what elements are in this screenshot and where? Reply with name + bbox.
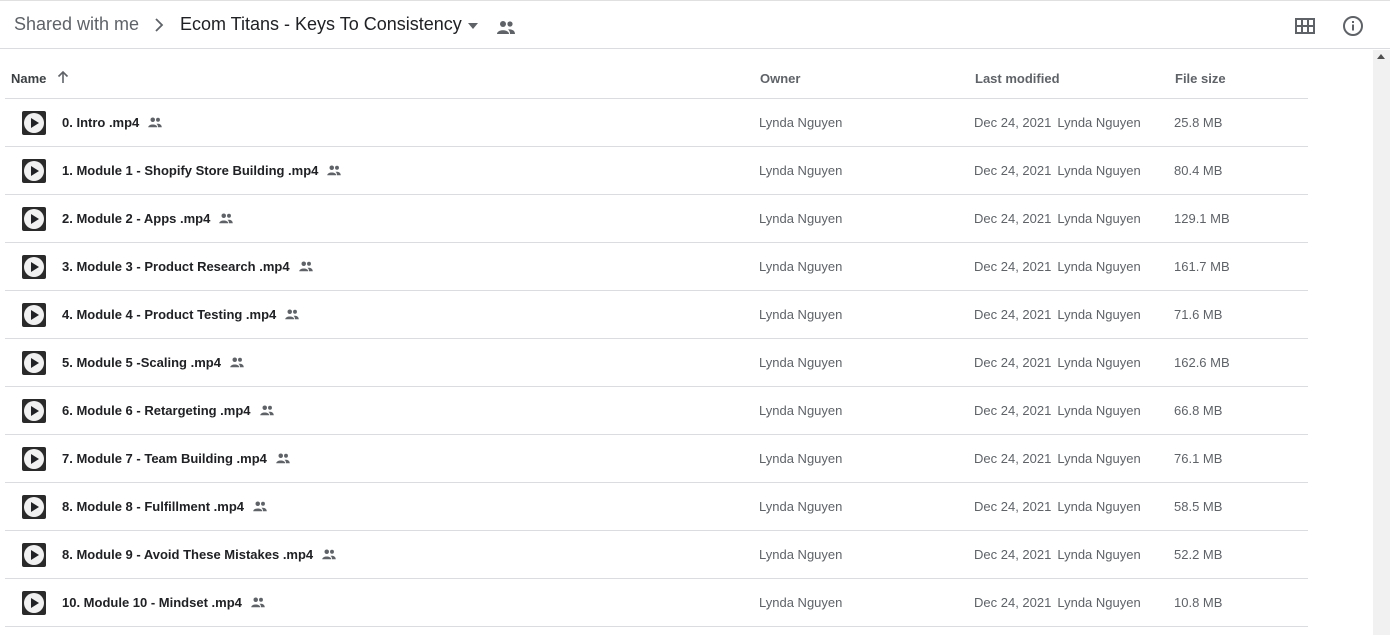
file-size: 71.6 MB [1174,307,1223,322]
file-size: 161.7 MB [1174,259,1230,274]
video-play-icon [22,495,46,519]
file-size: 52.2 MB [1174,547,1223,562]
video-play-icon [22,111,46,135]
chevron-right-icon [155,18,164,32]
file-owner: Lynda Nguyen [759,451,843,466]
file-row[interactable]: 8. Module 9 - Avoid These Mistakes .mp4 … [5,531,1308,579]
file-last-modified: Dec 24, 2021 Lynda Nguyen [974,115,1141,130]
people-icon [276,453,290,464]
file-row[interactable]: 4. Module 4 - Product Testing .mp4 Lynda… [5,291,1308,339]
file-size: 162.6 MB [1174,355,1230,370]
video-play-icon [22,207,46,231]
file-list-header: Name Owner Last modified File size [5,50,1308,99]
video-play-icon [22,591,46,615]
file-owner: Lynda Nguyen [759,403,843,418]
people-icon [322,549,336,560]
video-play-icon [22,303,46,327]
file-size: 80.4 MB [1174,163,1223,178]
file-name: 4. Module 4 - Product Testing .mp4 [62,307,300,322]
file-last-modified: Dec 24, 2021 Lynda Nguyen [974,211,1141,226]
file-owner: Lynda Nguyen [759,115,843,130]
file-size: 129.1 MB [1174,211,1230,226]
breadcrumb-current-folder[interactable]: Ecom Titans - Keys To Consistency [180,14,462,35]
breadcrumb-root[interactable]: Shared with me [14,14,139,35]
column-header-owner[interactable]: Owner [760,71,800,86]
file-owner: Lynda Nguyen [759,595,843,610]
file-name: 6. Module 6 - Retargeting .mp4 [62,403,275,418]
file-owner: Lynda Nguyen [759,355,843,370]
people-icon [253,501,267,512]
file-name: 10. Module 10 - Mindset .mp4 [62,595,266,610]
video-play-icon [22,399,46,423]
file-name: 8. Module 9 - Avoid These Mistakes .mp4 [62,547,337,562]
file-last-modified: Dec 24, 2021 Lynda Nguyen [974,163,1141,178]
file-row[interactable]: 0. Intro .mp4 Lynda Nguyen Dec 24, 2021 L… [5,99,1308,147]
file-size: 76.1 MB [1174,451,1223,466]
file-last-modified: Dec 24, 2021 Lynda Nguyen [974,451,1141,466]
people-icon [230,357,244,368]
file-list: Name Owner Last modified File size 0. In… [5,50,1308,627]
file-row[interactable]: 3. Module 3 - Product Research .mp4 Lynd… [5,243,1308,291]
file-name: 2. Module 2 - Apps .mp4 [62,211,234,226]
file-last-modified: Dec 24, 2021 Lynda Nguyen [974,499,1141,514]
file-name: 5. Module 5 -Scaling .mp4 [62,355,245,370]
video-play-icon [22,255,46,279]
people-icon [285,309,300,320]
file-owner: Lynda Nguyen [759,499,843,514]
file-row[interactable]: 1. Module 1 - Shopify Store Building .mp… [5,147,1308,195]
caret-down-icon[interactable] [465,20,481,32]
top-bar: Shared with me Ecom Titans - Keys To Con… [0,0,1390,49]
arrow-up-icon[interactable] [56,70,70,84]
video-play-icon [22,159,46,183]
video-play-icon [22,351,46,375]
scroll-up-arrow-icon[interactable] [1377,54,1385,59]
file-last-modified: Dec 24, 2021 Lynda Nguyen [974,595,1141,610]
file-name: 7. Module 7 - Team Building .mp4 [62,451,291,466]
file-owner: Lynda Nguyen [759,259,843,274]
people-icon [327,165,342,176]
file-owner: Lynda Nguyen [759,211,843,226]
file-name: 3. Module 3 - Product Research .mp4 [62,259,314,274]
file-last-modified: Dec 24, 2021 Lynda Nguyen [974,403,1141,418]
people-icon [298,261,313,272]
file-last-modified: Dec 24, 2021 Lynda Nguyen [974,307,1141,322]
column-header-name[interactable]: Name [11,71,46,86]
file-row[interactable]: 2. Module 2 - Apps .mp4 Lynda Nguyen Dec… [5,195,1308,243]
file-owner: Lynda Nguyen [759,163,843,178]
video-play-icon [22,447,46,471]
file-size: 58.5 MB [1174,499,1223,514]
video-play-icon [22,543,46,567]
file-row[interactable]: 10. Module 10 - Mindset .mp4 Lynda Nguye… [5,579,1308,627]
people-icon [219,213,234,224]
file-size: 25.8 MB [1174,115,1223,130]
column-header-file-size[interactable]: File size [1175,71,1226,86]
people-icon [251,597,265,608]
people-icon [148,117,163,128]
file-size: 10.8 MB [1174,595,1223,610]
file-last-modified: Dec 24, 2021 Lynda Nguyen [974,355,1141,370]
file-row[interactable]: 6. Module 6 - Retargeting .mp4 Lynda Ngu… [5,387,1308,435]
file-row[interactable]: 7. Module 7 - Team Building .mp4 Lynda N… [5,435,1308,483]
column-header-last-modified[interactable]: Last modified [975,71,1060,86]
file-owner: Lynda Nguyen [759,547,843,562]
file-name: 1. Module 1 - Shopify Store Building .mp… [62,163,342,178]
file-size: 66.8 MB [1174,403,1223,418]
file-name: 8. Module 8 - Fulfillment .mp4 [62,499,268,514]
file-row[interactable]: 8. Module 8 - Fulfillment .mp4 Lynda Ngu… [5,483,1308,531]
file-name: 0. Intro .mp4 [62,115,163,130]
vertical-scrollbar[interactable] [1373,50,1390,635]
file-row[interactable]: 5. Module 5 -Scaling .mp4 Lynda Nguyen D… [5,339,1308,387]
file-last-modified: Dec 24, 2021 Lynda Nguyen [974,259,1141,274]
file-owner: Lynda Nguyen [759,307,843,322]
grid-view-icon[interactable] [1293,14,1317,38]
file-last-modified: Dec 24, 2021 Lynda Nguyen [974,547,1141,562]
info-icon[interactable] [1341,14,1365,38]
people-icon [259,405,274,416]
people-icon [497,21,515,34]
